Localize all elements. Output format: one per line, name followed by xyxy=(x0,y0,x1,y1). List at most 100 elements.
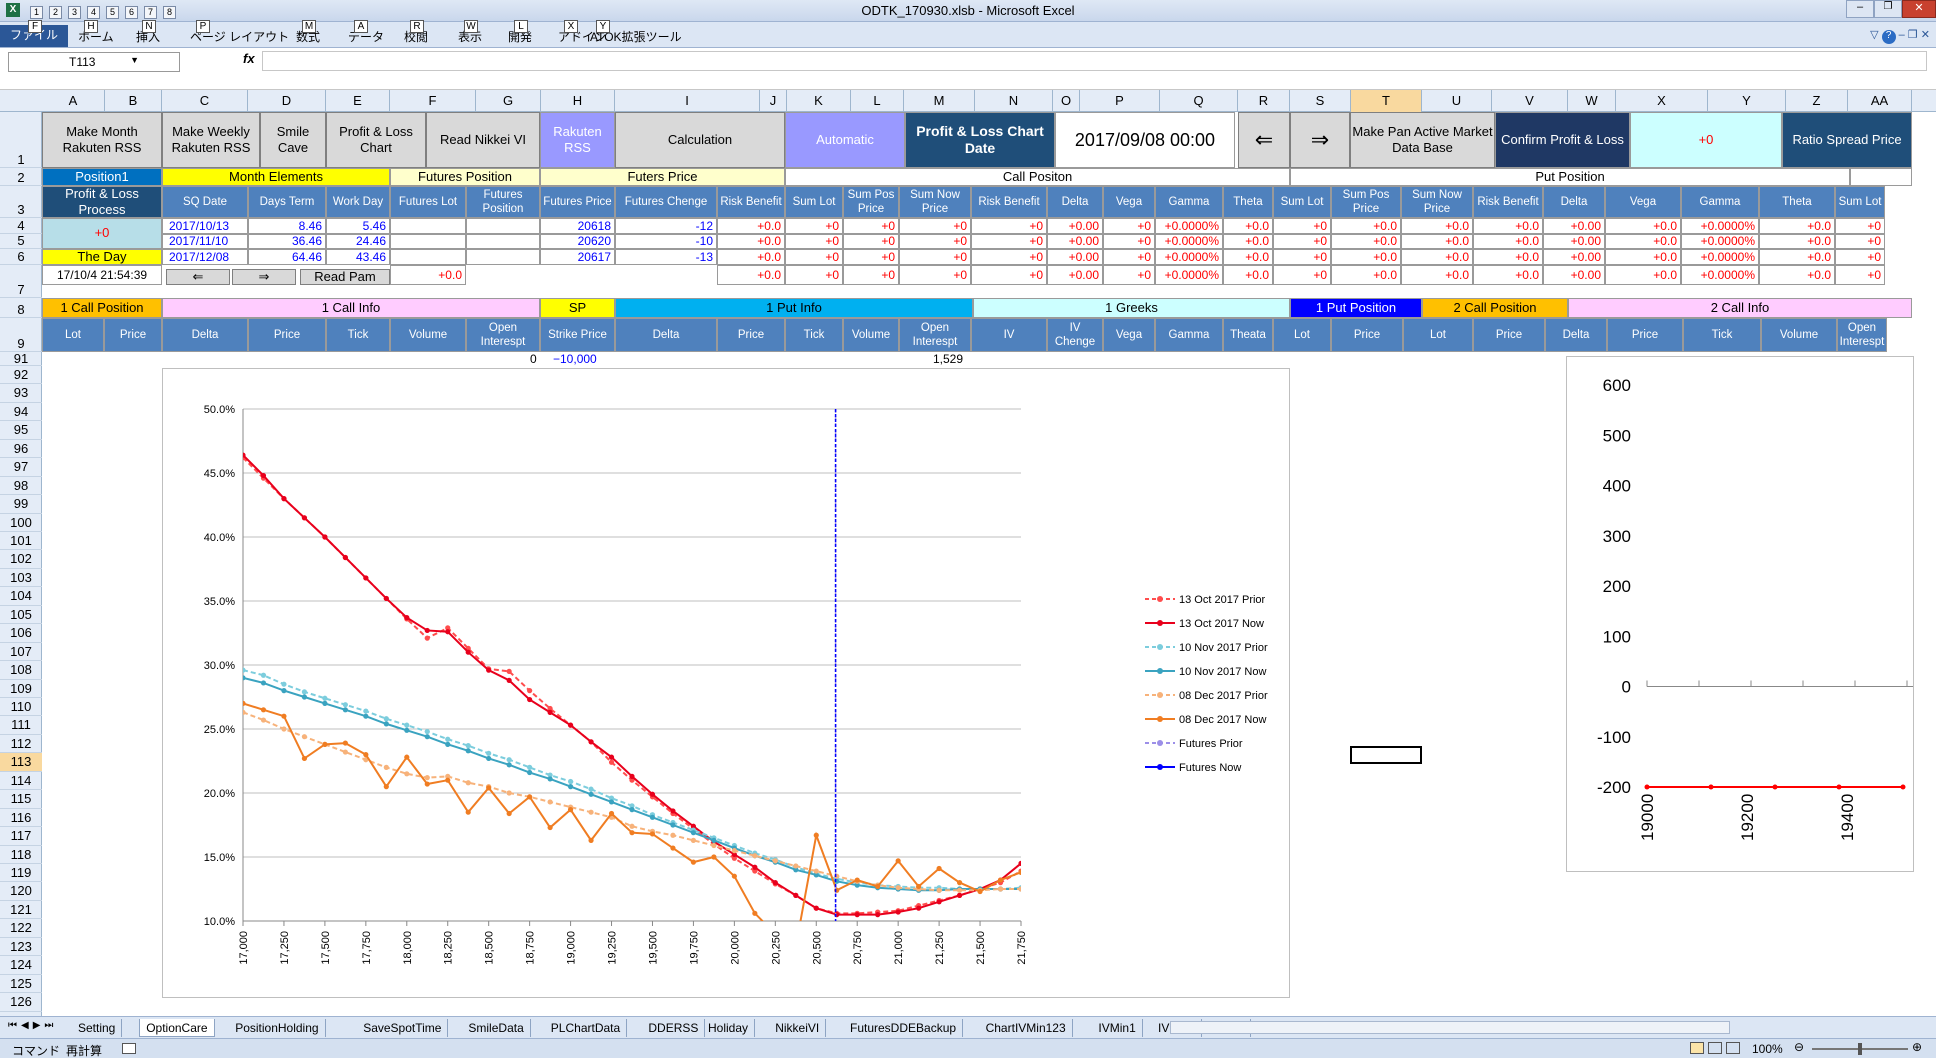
name-box[interactable]: T113 ▼ xyxy=(8,52,180,72)
row-header-124[interactable]: 124 xyxy=(0,956,42,975)
sheet-nav-arrows[interactable]: ⏮◀▶⏭ xyxy=(8,1020,57,1031)
chart-date-value[interactable]: 2017/09/08 00:00 xyxy=(1055,112,1235,168)
minimize-button[interactable]: – xyxy=(1846,0,1874,18)
row-header-111[interactable]: 111 xyxy=(0,716,42,735)
workbook-close-icon[interactable]: ✕ xyxy=(1921,29,1930,41)
column-header-F[interactable]: F xyxy=(390,90,476,112)
row-header-110[interactable]: 110 xyxy=(0,698,42,717)
make-weekly-button[interactable]: Make Weekly Rakuten RSS xyxy=(162,112,260,168)
iv-smile-chart[interactable]: 10.0% 15.0% 20.0% 25.0% 30.0% 35.0% 40.0% 45.0%… xyxy=(162,368,1290,998)
column-header-K[interactable]: K xyxy=(787,90,851,112)
row-header-5[interactable]: 5 xyxy=(0,234,42,249)
make-month-button[interactable]: Make Month Rakuten RSS xyxy=(42,112,162,168)
row-header-95[interactable]: 95 xyxy=(0,421,42,440)
row-header-120[interactable]: 120 xyxy=(0,882,42,901)
row-header-105[interactable]: 105 xyxy=(0,606,42,625)
row-header-114[interactable]: 114 xyxy=(0,772,42,791)
row-header-9[interactable]: 9 xyxy=(0,318,42,352)
sheet-tab-setting[interactable]: Setting xyxy=(72,1019,123,1037)
workbook-restore-icon[interactable]: ❐ xyxy=(1908,29,1918,41)
row-header-1[interactable]: 1 xyxy=(0,112,42,168)
row-header-2[interactable]: 2 xyxy=(0,168,42,186)
smile-cave-button[interactable]: Smile Cave xyxy=(260,112,326,168)
view-normal-icon[interactable] xyxy=(1690,1042,1704,1054)
sheet-tab-savespottime[interactable]: SaveSpotTime xyxy=(357,1019,449,1037)
row-header-126[interactable]: 126 xyxy=(0,993,42,1012)
column-header-X[interactable]: X xyxy=(1616,90,1708,112)
sheet-tab-optioncare[interactable]: OptionCare xyxy=(139,1019,215,1037)
column-header-R[interactable]: R xyxy=(1238,90,1290,112)
sheet-tab-futuresddebackup[interactable]: FuturesDDEBackup xyxy=(844,1019,964,1037)
pl-chart-button[interactable]: Profit & Loss Chart xyxy=(326,112,426,168)
view-layout-icon[interactable] xyxy=(1708,1042,1722,1054)
chevron-down-icon[interactable]: ▼ xyxy=(130,55,139,65)
macro-record-icon[interactable] xyxy=(122,1043,136,1054)
sheet-tab-plchartdata[interactable]: PLChartData xyxy=(545,1019,628,1037)
selected-cell-t113[interactable] xyxy=(1350,746,1422,764)
automatic-button[interactable]: Automatic xyxy=(785,112,905,168)
insert-function-icon[interactable]: fx xyxy=(243,51,255,66)
date-next-button[interactable]: ⇒ xyxy=(1290,112,1350,168)
column-header-I[interactable]: I xyxy=(615,90,760,112)
sheet-tab-positionholding[interactable]: PositionHolding xyxy=(229,1019,326,1037)
row-header-123[interactable]: 123 xyxy=(0,938,42,957)
calculation-button[interactable]: Calculation xyxy=(615,112,785,168)
column-header-B[interactable]: B xyxy=(105,90,162,112)
sheet-tab-dderss[interactable]: DDERSS xyxy=(642,1019,706,1037)
row-header-107[interactable]: 107 xyxy=(0,643,42,662)
zoom-in-button[interactable]: ⊕ xyxy=(1912,1040,1922,1054)
row-header-113[interactable]: 113 xyxy=(0,753,42,772)
sheet-tab-chartivmin123[interactable]: ChartIVMin123 xyxy=(980,1019,1073,1037)
zoom-slider[interactable] xyxy=(1812,1043,1908,1055)
column-header-T[interactable]: T xyxy=(1351,90,1422,112)
row-header-7[interactable]: 7 xyxy=(0,265,42,298)
column-header-P[interactable]: P xyxy=(1080,90,1160,112)
make-pan-button[interactable]: Make Pan Active Market Data Base xyxy=(1350,112,1495,168)
date-prev-button[interactable]: ⇐ xyxy=(1238,112,1290,168)
rakuten-rss-button[interactable]: Rakuten RSS xyxy=(540,112,615,168)
row-header-115[interactable]: 115 xyxy=(0,790,42,809)
column-header-D[interactable]: D xyxy=(248,90,326,112)
column-header-E[interactable]: E xyxy=(326,90,390,112)
zoom-out-button[interactable]: ⊖ xyxy=(1794,1040,1804,1054)
row-header-117[interactable]: 117 xyxy=(0,827,42,846)
horizontal-scrollbar[interactable] xyxy=(1170,1021,1730,1034)
help-icon[interactable]: ? xyxy=(1881,30,1896,44)
row-header-93[interactable]: 93 xyxy=(0,384,42,403)
restore-button[interactable]: ❐ xyxy=(1874,0,1902,18)
column-header-M[interactable]: M xyxy=(904,90,975,112)
workbook-minimize-icon[interactable]: – xyxy=(1899,29,1905,41)
confirm-pl-button[interactable]: Confirm Profit & Loss xyxy=(1495,112,1630,168)
column-header-Y[interactable]: Y xyxy=(1708,90,1786,112)
row-header-98[interactable]: 98 xyxy=(0,477,42,496)
column-header-C[interactable]: C xyxy=(162,90,248,112)
row-header-100[interactable]: 100 xyxy=(0,514,42,532)
row-header-106[interactable]: 106 xyxy=(0,624,42,643)
row-header-116[interactable]: 116 xyxy=(0,809,42,828)
column-header-U[interactable]: U xyxy=(1422,90,1492,112)
row-header-97[interactable]: 97 xyxy=(0,458,42,477)
view-pagebreak-icon[interactable] xyxy=(1726,1042,1740,1054)
column-header-L[interactable]: L xyxy=(851,90,904,112)
column-header-W[interactable]: W xyxy=(1568,90,1616,112)
row-header-102[interactable]: 102 xyxy=(0,550,42,569)
pl-chart-date-button[interactable]: Profit & Loss Chart Date xyxy=(905,112,1055,168)
column-header-G[interactable]: G xyxy=(476,90,541,112)
row-header-104[interactable]: 104 xyxy=(0,587,42,606)
row-header-91[interactable]: 91 xyxy=(0,352,42,366)
column-header-Q[interactable]: Q xyxy=(1160,90,1238,112)
total-pl-value[interactable]: +0 xyxy=(1630,112,1782,168)
sheet-tab-nikkeivi[interactable]: NikkeiVI xyxy=(769,1019,827,1037)
column-header-A[interactable]: A xyxy=(42,90,105,112)
column-header-J[interactable]: J xyxy=(760,90,787,112)
sheet-tab-smiledata[interactable]: SmileData xyxy=(462,1019,531,1037)
column-header-S[interactable]: S xyxy=(1290,90,1351,112)
column-header-N[interactable]: N xyxy=(975,90,1053,112)
row-header-108[interactable]: 108 xyxy=(0,661,42,680)
row-header-122[interactable]: 122 xyxy=(0,919,42,938)
row-header-8[interactable]: 8 xyxy=(0,298,42,318)
row-header-99[interactable]: 99 xyxy=(0,495,42,514)
arrow-left-button[interactable]: ⇐ xyxy=(166,269,230,285)
sheet-tab-holiday[interactable]: Holiday xyxy=(702,1019,756,1037)
row-header-4[interactable]: 4 xyxy=(0,218,42,234)
